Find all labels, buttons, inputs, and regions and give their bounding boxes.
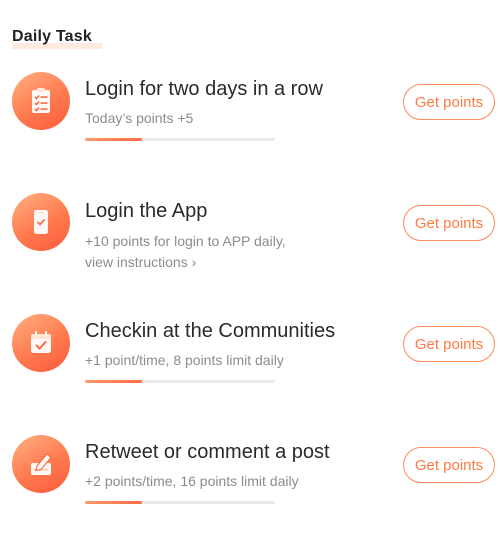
get-points-button[interactable]: Get points — [403, 205, 495, 241]
phone-check-icon — [12, 193, 70, 251]
edit-post-icon — [12, 435, 70, 493]
task-item-retweet-comment: Retweet or comment a post +2 points/time… — [0, 433, 501, 533]
task-title: Retweet or comment a post — [85, 441, 330, 463]
get-points-button[interactable]: Get points — [403, 326, 495, 362]
task-description: +1 point/time, 8 points limit daily — [85, 352, 284, 368]
view-instructions-link[interactable]: view instructions › — [85, 252, 286, 273]
get-points-button[interactable]: Get points — [403, 84, 495, 120]
task-progress-fill — [85, 380, 142, 383]
task-item-checkin-communities: Checkin at the Communities +1 point/time… — [0, 312, 501, 412]
task-title: Login the App — [85, 200, 208, 222]
task-progress-bar — [85, 380, 275, 383]
task-title: Login for two days in a row — [85, 78, 323, 100]
section-title: Daily Task — [12, 28, 92, 45]
task-progress-bar — [85, 138, 275, 141]
task-description: +2 points/time, 16 points limit daily — [85, 473, 299, 489]
task-title: Checkin at the Communities — [85, 320, 336, 342]
task-description: Today’s points +5 — [85, 110, 194, 126]
get-points-button[interactable]: Get points — [403, 447, 495, 483]
task-item-login-two-days: Login for two days in a row Today’s poin… — [0, 70, 501, 170]
task-description: +10 points for login to APP daily, view … — [85, 231, 286, 273]
task-progress-fill — [85, 501, 142, 504]
task-progress-bar — [85, 501, 275, 504]
task-progress-fill — [85, 138, 142, 141]
task-item-login-app: Login the App +10 points for login to AP… — [0, 191, 501, 291]
task-description-text: +10 points for login to APP daily, — [85, 233, 286, 249]
calendar-check-icon — [12, 314, 70, 372]
clipboard-checklist-icon — [12, 72, 70, 130]
